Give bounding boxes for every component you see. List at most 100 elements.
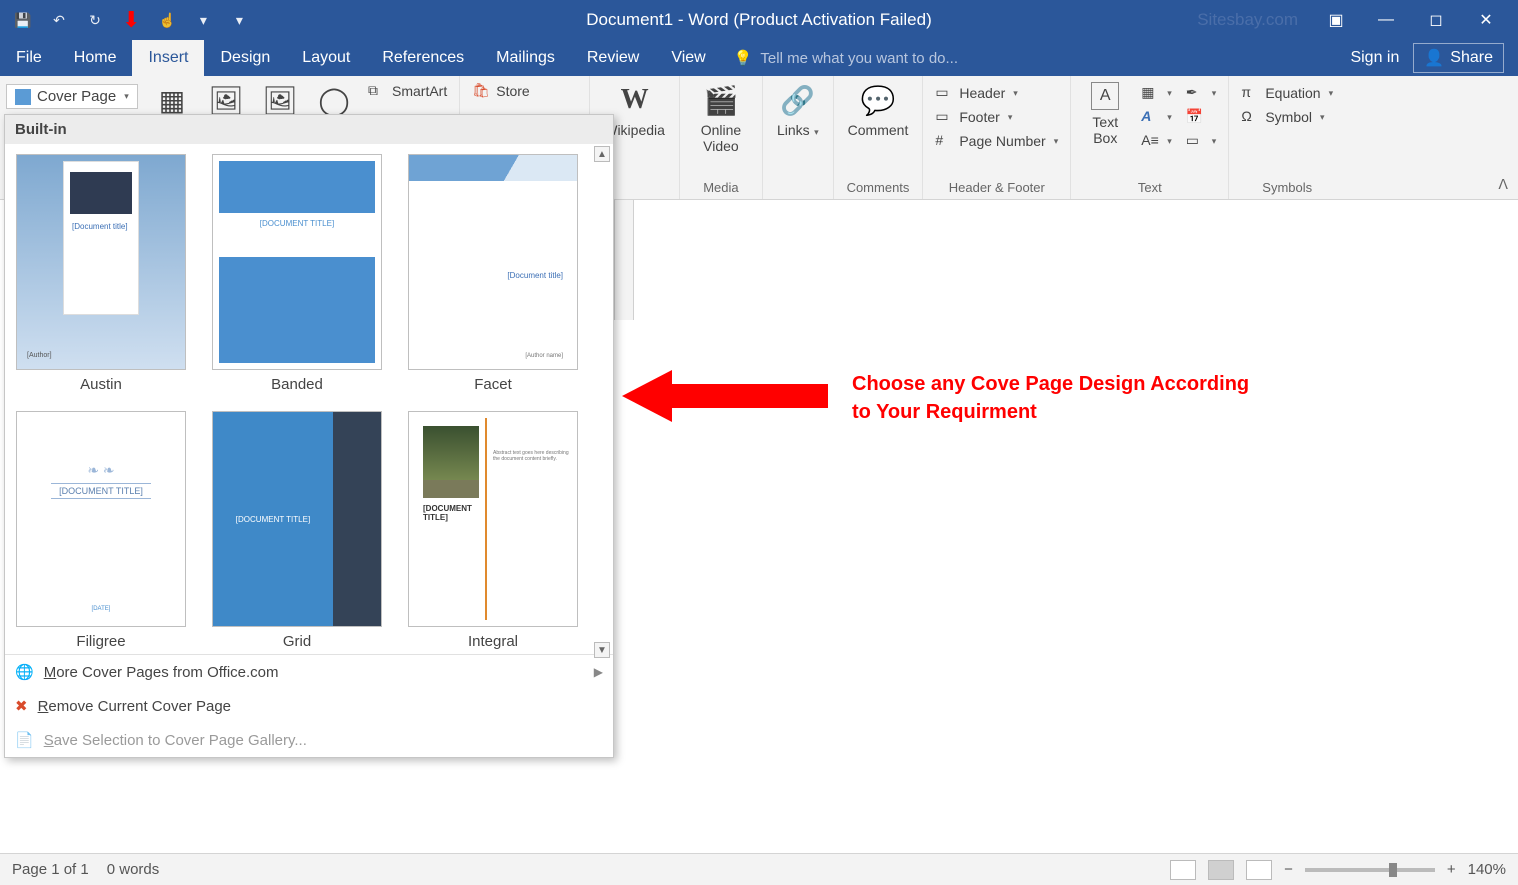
thumb-text: [DOCUMENT TITLE] [423,504,479,522]
tab-layout[interactable]: Layout [286,40,366,76]
thumb-banded: [DOCUMENT TITLE] [212,154,382,370]
lightbulb-icon: 💡 [734,49,753,67]
minimize-icon[interactable]: — [1374,8,1398,32]
date-icon: 📅 [1186,108,1204,126]
tab-references[interactable]: References [366,40,480,76]
share-button[interactable]: 👤 Share [1413,43,1504,73]
annotation: Choose any Cove Page Design According to… [622,370,1249,426]
collapse-ribbon-icon[interactable]: ᐱ [1498,176,1508,193]
zoom-out-button[interactable]: − [1284,861,1293,878]
equation-label: Equation [1265,85,1320,101]
zoom-slider[interactable] [1305,868,1435,872]
links-button[interactable]: 🔗 Links ▾ [771,80,825,140]
maximize-icon[interactable]: ◻ [1424,8,1448,32]
thumb-filigree: ❧ ❧ [DOCUMENT TITLE] [DATE] [16,411,186,627]
video-icon: 🎬 [703,82,739,118]
remove-label: Remove Current Cover Page [38,698,231,715]
ribbon-options-icon[interactable]: ▣ [1324,8,1348,32]
media-group-label: Media [688,180,754,197]
close-icon[interactable]: ✕ [1474,8,1498,32]
header-button[interactable]: ▭Header▾ [931,82,1062,104]
undo-icon[interactable]: ↶ [50,11,68,29]
cover-template-grid[interactable]: [DOCUMENT TITLE] Grid [211,411,383,650]
office-icon: 🌐 [15,663,34,681]
text-box-button[interactable]: A Text Box [1079,80,1131,148]
thumb-text: [Document title] [507,271,563,280]
save-icon[interactable]: 💾 [14,11,32,29]
quickparts-icon: ▦ [1141,84,1159,102]
remove-cover-page-option[interactable]: ✖ Remove Current Cover Page [5,689,613,723]
web-layout-view[interactable] [1246,860,1272,880]
signature-button[interactable]: ✒▾ [1182,82,1221,104]
annotation-arrow-left-icon [622,370,828,420]
comment-icon: 💬 [860,82,896,118]
footer-button[interactable]: ▭Footer▾ [931,106,1062,128]
remove-icon: ✖ [15,697,28,715]
smartart-icon: ⧉ [368,82,386,100]
object-button[interactable]: ▭▾ [1182,130,1221,152]
table-icon: ▦ [154,82,190,118]
online-video-button[interactable]: 🎬 Online Video [688,80,754,156]
quick-parts-button[interactable]: ▦▾ [1137,82,1176,104]
tab-insert[interactable]: Insert [132,40,204,76]
cover-template-austin[interactable]: [Document title] [Author] Austin [15,154,187,393]
page-counter[interactable]: Page 1 of 1 [12,861,89,878]
qat-dropdown-icon[interactable]: ▾ [194,11,212,29]
tab-mailings[interactable]: Mailings [480,40,571,76]
gallery-scroll-down[interactable]: ▼ [594,642,610,658]
tab-home[interactable]: Home [58,40,133,76]
dropdown-section-header: Built-in [5,115,613,144]
share-label: Share [1450,49,1493,67]
thumb-label: Facet [474,376,512,393]
touch-mode-icon[interactable]: ☝ [158,11,176,29]
read-mode-view[interactable] [1170,860,1196,880]
cover-page-label: Cover Page [37,88,116,105]
page-number-button[interactable]: #Page Number▾ [931,130,1062,152]
annotation-arrow-down-icon: ⬇ [122,7,140,33]
cover-template-filigree[interactable]: ❧ ❧ [DOCUMENT TITLE] [DATE] Filigree [15,411,187,650]
datetime-button[interactable]: 📅 [1182,106,1221,128]
thumb-text: [DOCUMENT TITLE] [51,483,151,499]
save-selection-option: 📄 Save Selection to Cover Page Gallery..… [5,723,613,757]
cover-page-button[interactable]: Cover Page ▾ [6,84,138,109]
qat-dropdown2-icon[interactable]: ▾ [230,11,248,29]
menu-bar: File Home Insert Design Layout Reference… [0,40,1518,76]
more-cover-pages-option[interactable]: 🌐 More Cover Pages from Office.com ▶ [5,655,613,689]
store-button[interactable]: 🛍Store [468,80,533,102]
textbox-icon: A [1091,82,1119,110]
tab-design[interactable]: Design [204,40,286,76]
comment-label: Comment [848,122,909,138]
symbol-button[interactable]: ΩSymbol▾ [1237,106,1337,128]
save-label: Save Selection to Cover Page Gallery... [44,732,307,749]
tab-view[interactable]: View [655,40,721,76]
header-label: Header [959,85,1005,101]
smartart-label: SmartArt [392,83,447,99]
drop-cap-button[interactable]: A≡▾ [1137,130,1176,152]
tell-me-search[interactable]: 💡 Tell me what you want to do... [722,40,970,76]
cover-template-banded[interactable]: [DOCUMENT TITLE] Banded [211,154,383,393]
cover-template-integral[interactable]: [DOCUMENT TITLE] Abstract text goes here… [407,411,579,650]
redo-icon[interactable]: ↻ [86,11,104,29]
word-counter[interactable]: 0 words [107,861,160,878]
sign-in-link[interactable]: Sign in [1350,49,1399,67]
wordart-button[interactable]: A▾ [1137,106,1176,128]
cover-template-facet[interactable]: [Document title][Author name] Facet [407,154,579,393]
watermark-text: Sitesbay.com [1197,10,1298,30]
tab-file[interactable]: File [0,40,58,76]
print-layout-view[interactable] [1208,860,1234,880]
pagenum-icon: # [935,132,953,150]
store-icon: 🛍 [472,82,490,100]
online-picture-icon: 🖼 [262,82,298,118]
gallery-scroll-up[interactable]: ▲ [594,146,610,162]
tab-review[interactable]: Review [571,40,655,76]
smartart-button[interactable]: ⧉ SmartArt [364,80,451,102]
thumb-label: Filigree [76,633,125,650]
equation-button[interactable]: πEquation▾ [1237,82,1337,104]
more-label: More Cover Pages from Office.com [44,664,279,681]
zoom-in-button[interactable]: + [1447,861,1456,878]
online-video-label: Online Video [694,122,748,154]
quick-access-toolbar: 💾 ↶ ↻ ⬇ ☝ ▾ ▾ [0,7,262,33]
comment-button[interactable]: 💬 Comment [842,80,915,140]
wikipedia-icon: W [617,82,653,118]
zoom-level[interactable]: 140% [1468,861,1506,878]
